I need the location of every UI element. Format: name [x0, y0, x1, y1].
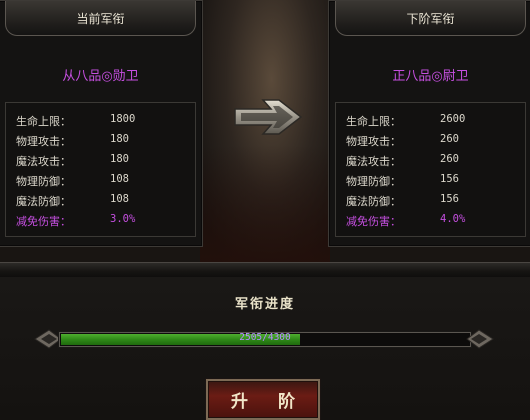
progress-text: 2505/4300: [239, 332, 291, 343]
stat-label: 魔法防御：: [16, 195, 71, 208]
progress-track: 2505/4300: [59, 332, 471, 347]
stat-row-damage-reduction: 减免伤害： 3.0%: [16, 213, 186, 229]
stat-label: 物理防御：: [16, 175, 71, 188]
progress-right-cap-icon: [466, 329, 494, 349]
stat-value: 260: [440, 153, 459, 165]
stat-row-magic-atk: 魔法攻击： 180: [16, 153, 186, 169]
next-stats-box: 生命上限： 2600 物理攻击： 260 魔法攻击： 260 物理防御： 156…: [335, 102, 526, 237]
stat-label: 生命上限：: [346, 115, 401, 128]
stat-label: 魔法攻击：: [346, 155, 401, 168]
progress-title: 军衔进度: [234, 297, 295, 312]
stat-label: 物理防御：: [346, 175, 401, 188]
stat-row-phys-def: 物理防御： 108: [16, 173, 186, 189]
stat-row-phys-atk: 物理攻击： 260: [346, 133, 516, 149]
stat-value: 180: [110, 133, 129, 145]
stat-value: 1800: [110, 113, 136, 125]
stat-label: 物理攻击：: [16, 135, 71, 148]
stat-label: 减免伤害：: [346, 215, 401, 228]
stat-value: 4.0%: [440, 213, 466, 225]
stat-row-phys-atk: 物理攻击： 180: [16, 133, 186, 149]
stat-label: 生命上限：: [16, 115, 71, 128]
stat-row-damage-reduction: 减免伤害： 4.0%: [346, 213, 516, 229]
stat-value: 108: [110, 193, 129, 205]
stat-row-magic-def: 魔法防御： 108: [16, 193, 186, 209]
stat-value: 156: [440, 193, 459, 205]
stat-label: 减免伤害：: [16, 215, 71, 228]
stat-label: 魔法防御：: [346, 195, 401, 208]
stat-row-magic-def: 魔法防御： 156: [346, 193, 516, 209]
current-stats-box: 生命上限： 1800 物理攻击： 180 魔法攻击： 180 物理防御： 108…: [5, 102, 196, 237]
section-divider: [0, 262, 530, 278]
stat-value: 108: [110, 173, 129, 185]
stat-label: 魔法攻击：: [16, 155, 71, 168]
next-rank-name: 正八品◎尉卫: [392, 69, 469, 84]
stat-value: 2600: [440, 113, 466, 125]
arrow-right-icon: [234, 99, 303, 135]
stat-value: 156: [440, 173, 459, 185]
current-rank-panel: 当前军衔 从八品◎勋卫 生命上限： 1800 物理攻击： 180 魔法攻击： 1…: [0, 0, 203, 247]
stat-row-phys-def: 物理防御： 156: [346, 173, 516, 189]
stat-row-hp: 生命上限： 1800: [16, 113, 186, 129]
stat-value: 3.0%: [110, 213, 136, 225]
upgrade-button[interactable]: 升 阶: [206, 379, 320, 420]
current-rank-header: 当前军衔: [5, 1, 196, 36]
stat-row-magic-atk: 魔法攻击： 260: [346, 153, 516, 169]
current-rank-name: 从八品◎勋卫: [62, 69, 139, 84]
stat-value: 260: [440, 133, 459, 145]
stat-label: 物理攻击：: [346, 135, 401, 148]
stat-value: 180: [110, 153, 129, 165]
next-rank-header: 下阶军衔: [335, 1, 526, 36]
stat-row-hp: 生命上限： 2600: [346, 113, 516, 129]
progress-bar: 2505/4300: [33, 328, 495, 350]
next-rank-panel: 下阶军衔 正八品◎尉卫 生命上限： 2600 物理攻击： 260 魔法攻击： 2…: [328, 0, 530, 247]
